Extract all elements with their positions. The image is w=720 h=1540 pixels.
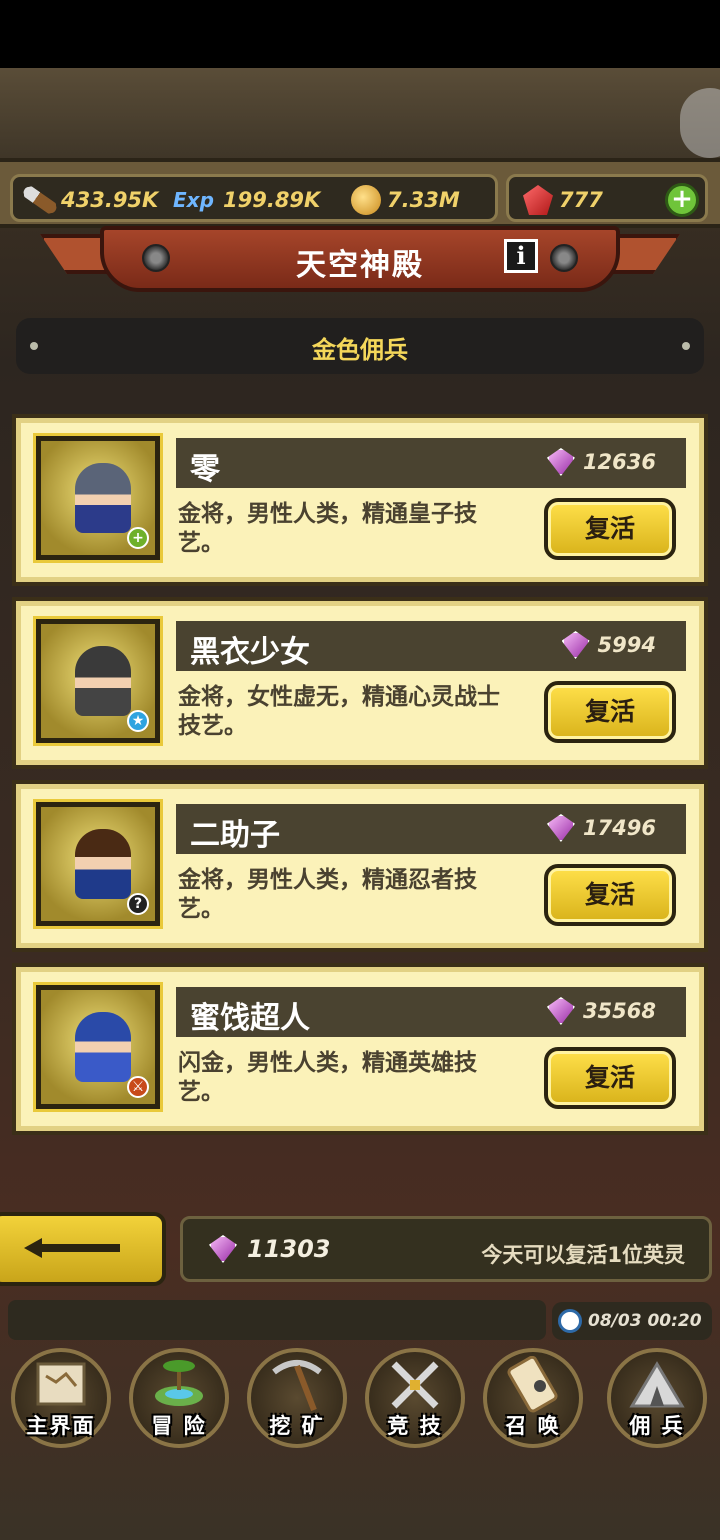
- diamond-icon: [546, 997, 575, 1025]
- revive-button[interactable]: 复活: [544, 681, 676, 743]
- tent-icon: [629, 1361, 685, 1408]
- back-button[interactable]: [0, 1212, 166, 1286]
- hero-name: 黑衣少女: [190, 635, 310, 670]
- nav-mining[interactable]: 挖 矿: [238, 1338, 356, 1448]
- gem-balance-value: 11303: [247, 1235, 331, 1263]
- back-arrow-icon: [24, 1238, 120, 1258]
- nav-adventure[interactable]: 冒 险: [120, 1338, 238, 1448]
- section-title: 金色佣兵: [312, 336, 408, 364]
- nav-label: 竞 技: [387, 1414, 443, 1438]
- hero-description: 金将，男性人类，精通忍者技艺。: [178, 867, 477, 922]
- diamond-icon: [546, 448, 575, 476]
- hero-description: 金将，男性人类，精通皇子技艺。: [178, 501, 477, 556]
- ruby-icon: [523, 185, 553, 215]
- game-clock: 08/03 00:20: [552, 1302, 712, 1340]
- island-icon: [155, 1360, 203, 1406]
- hero-name-bar: 黑衣少女 5994: [176, 621, 686, 671]
- message-bar[interactable]: [8, 1300, 546, 1340]
- clock-value: 08/03 00:20: [588, 1311, 702, 1331]
- hero-portrait[interactable]: ⚔: [33, 982, 163, 1112]
- exp-value: 199.89K: [223, 188, 321, 212]
- resource-panel: 433.95K Exp 199.89K 7.33M: [10, 174, 498, 222]
- hero-name: 零: [190, 452, 220, 487]
- info-button[interactable]: i: [504, 239, 538, 273]
- plus-badge-icon: +: [127, 527, 149, 549]
- nav-label: 佣 兵: [629, 1414, 685, 1438]
- ruby-panel: 777 +: [506, 174, 708, 222]
- ruby-resource: 777: [523, 185, 603, 215]
- star-badge-icon: ★: [127, 710, 149, 732]
- hero-portrait[interactable]: ★: [33, 616, 163, 746]
- nav-label: 召 唤: [505, 1414, 561, 1438]
- gem-balance: 11303: [209, 1235, 331, 1263]
- nav-label: 主界面: [26, 1414, 96, 1438]
- page-title: 天空神殿: [296, 248, 424, 283]
- hero-name-bar: 蜜饯超人 35568: [176, 987, 686, 1037]
- gold-value: 7.33M: [387, 188, 460, 212]
- revive-cost: 5994: [561, 631, 656, 659]
- revive-cost: 12636: [546, 448, 656, 476]
- title-banner: 天空神殿 i: [40, 226, 680, 294]
- revive-cost-value: 35568: [582, 999, 656, 1023]
- bottom-nav: 主界面 冒 险 挖 矿 竞 技 召 唤 佣 兵: [0, 1338, 720, 1448]
- question-badge-icon: ?: [127, 893, 149, 915]
- sword-badge-icon: ⚔: [127, 1076, 149, 1098]
- sword-icon: [23, 183, 58, 218]
- hero-card: ⚔ 蜜饯超人 35568 闪金，男性人类，精通英雄技艺。 复活: [12, 963, 708, 1135]
- revive-cost-value: 5994: [597, 633, 656, 657]
- hero-sprite: [75, 829, 131, 899]
- revive-button[interactable]: 复活: [544, 498, 676, 560]
- pickaxe-icon: [272, 1360, 322, 1412]
- gold-resource: 7.33M: [351, 185, 460, 215]
- hero-sprite: [75, 1012, 131, 1082]
- hero-card: + 零 12636 金将，男性人类，精通皇子技艺。 复活: [12, 414, 708, 586]
- diamond-icon: [546, 814, 575, 842]
- scroll-icon: [507, 1356, 558, 1413]
- nav-mercenary[interactable]: 佣 兵: [598, 1338, 716, 1448]
- nav-main[interactable]: 主界面: [2, 1338, 120, 1448]
- revive-cost: 17496: [546, 814, 656, 842]
- exp-resource: Exp 199.89K: [173, 185, 320, 215]
- hero-portrait[interactable]: ?: [33, 799, 163, 929]
- attack-resource: 433.95K: [25, 185, 158, 215]
- revive-cost: 35568: [546, 997, 656, 1025]
- status-bar: [0, 0, 720, 68]
- revive-info-panel: 11303 今天可以复活1位英灵: [180, 1216, 712, 1282]
- crossed-swords-icon: [391, 1361, 439, 1409]
- hero-card: ? 二助子 17496 金将，男性人类，精通忍者技艺。 复活: [12, 780, 708, 952]
- hero-name-bar: 零 12636: [176, 438, 686, 488]
- hero-name-bar: 二助子 17496: [176, 804, 686, 854]
- clock-icon: [558, 1309, 582, 1333]
- revive-cost-value: 12636: [582, 450, 656, 474]
- coin-icon: [351, 185, 381, 215]
- hero-portrait[interactable]: +: [33, 433, 163, 563]
- hero-name: 蜜饯超人: [190, 1001, 310, 1036]
- map-background: [0, 68, 720, 158]
- nav-arena[interactable]: 竞 技: [356, 1338, 474, 1448]
- diamond-icon: [561, 631, 590, 659]
- section-header: 金色佣兵: [16, 318, 704, 374]
- nav-summon[interactable]: 召 唤: [474, 1338, 592, 1448]
- nav-label: 挖 矿: [269, 1414, 325, 1438]
- daily-revive-note: 今天可以复活1位英灵: [481, 1243, 685, 1267]
- hero-description: 金将，女性虚无，精通心灵战士技艺。: [178, 684, 500, 739]
- ruby-value: 777: [559, 188, 603, 212]
- hero-sprite: [75, 463, 131, 533]
- diamond-icon: [209, 1235, 237, 1263]
- attack-value: 433.95K: [61, 188, 159, 212]
- revive-button[interactable]: 复活: [544, 864, 676, 926]
- exp-icon: Exp: [173, 188, 214, 212]
- hero-card: ★ 黑衣少女 5994 金将，女性虚无，精通心灵战士技艺。 复活: [12, 597, 708, 769]
- nav-label: 冒 险: [151, 1414, 207, 1438]
- add-ruby-button[interactable]: +: [665, 183, 699, 217]
- revive-button[interactable]: 复活: [544, 1047, 676, 1109]
- hero-description: 闪金，男性人类，精通英雄技艺。: [178, 1050, 477, 1105]
- hero-sprite: [75, 646, 131, 716]
- revive-cost-value: 17496: [582, 816, 656, 840]
- hero-name: 二助子: [190, 818, 280, 853]
- map-icon: [36, 1362, 86, 1406]
- resource-bar: 433.95K Exp 199.89K 7.33M 777 +: [0, 158, 720, 228]
